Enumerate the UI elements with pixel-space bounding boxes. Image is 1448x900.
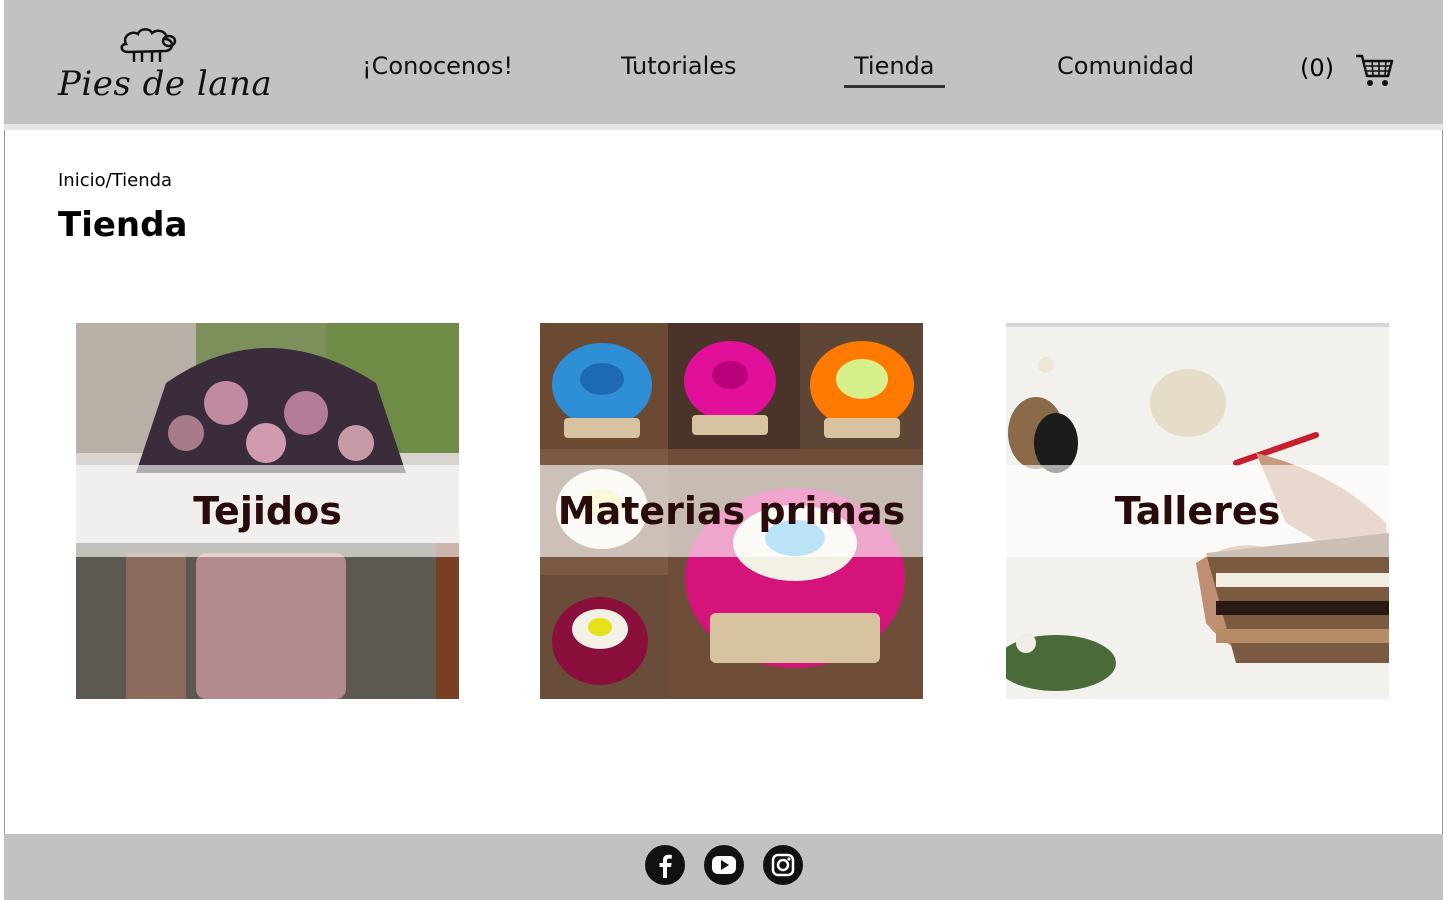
nav-comunidad[interactable]: Comunidad [1057, 52, 1194, 80]
category-label-band: Tejidos [76, 465, 459, 557]
facebook-icon[interactable] [645, 845, 685, 885]
sheep-icon [120, 28, 177, 62]
instagram-icon[interactable] [763, 845, 803, 885]
category-card-materias-primas[interactable]: Materias primas [540, 323, 923, 699]
nav-tutoriales[interactable]: Tutoriales [621, 52, 737, 80]
nav-conocenos[interactable]: ¡Conocenos! [362, 52, 513, 80]
breadcrumb[interactable]: Inicio/Tienda [58, 170, 172, 191]
category-card-tejidos[interactable]: Tejidos [76, 323, 459, 699]
cart-count: (0) [1300, 54, 1334, 82]
category-label-band: Talleres [1006, 465, 1389, 557]
category-label-talleres: Talleres [1114, 489, 1281, 533]
page-title: Tienda [58, 205, 188, 245]
category-label-band: Materias primas [540, 465, 923, 557]
category-label-tejidos: Tejidos [193, 489, 342, 533]
logo-text: Pies de lana [58, 64, 273, 104]
youtube-icon[interactable] [704, 845, 744, 885]
site-logo[interactable]: Pies de lana [58, 26, 272, 110]
nav-tienda[interactable]: Tienda [844, 52, 944, 88]
shopping-cart-icon[interactable] [1354, 50, 1394, 90]
category-label-materias-primas: Materias primas [557, 489, 906, 533]
category-card-talleres[interactable]: Talleres [1006, 323, 1389, 699]
site-header: Pies de lana ¡Conocenos! Tutoriales Tien… [4, 0, 1443, 130]
